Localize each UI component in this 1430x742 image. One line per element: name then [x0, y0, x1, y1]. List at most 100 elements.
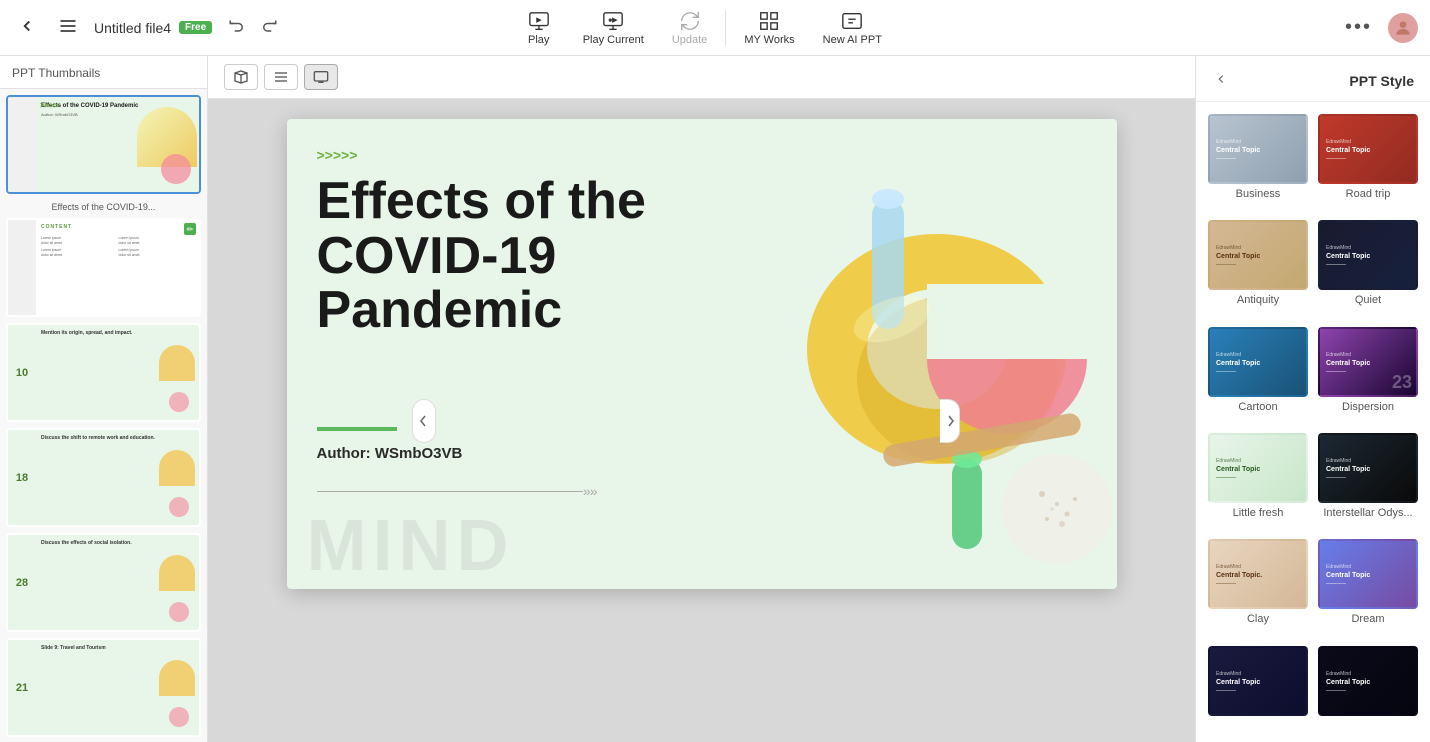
back-button[interactable] [12, 11, 42, 44]
toolbar-left: Untitled file4 Free [12, 10, 284, 45]
style-label-roadtrip: Road trip [1346, 188, 1391, 200]
my-works-button[interactable]: MY Works [730, 6, 808, 50]
view-toolbar [208, 56, 1195, 99]
style-label-cartoon: Cartoon [1238, 401, 1277, 413]
thumbnail-item-1[interactable]: Effects of the COVID-19 Pandemic Author:… [6, 95, 201, 194]
style-item-dark1[interactable]: EdrawMind Central Topic [1208, 646, 1308, 730]
thumbnail-item-6[interactable]: 21 Slide 9: Travel and Tourism [6, 638, 201, 737]
play-current-button[interactable]: Play Current [569, 6, 658, 50]
user-avatar[interactable] [1388, 13, 1418, 43]
style-thumb-space: EdrawMind Central Topic [1318, 646, 1418, 716]
thumb-number-6: 21 [8, 640, 36, 735]
free-badge: Free [179, 21, 212, 34]
expand-right-panel-button[interactable] [940, 399, 960, 443]
slide-canvas: >>>>> Effects of the COVID-19 Pandemic A… [287, 119, 1117, 589]
toolbar-center: Play Play Current Update MY Works New AI… [509, 6, 896, 50]
undo-redo-group [222, 12, 284, 43]
hamburger-menu[interactable] [52, 10, 84, 45]
style-item-space[interactable]: EdrawMind Central Topic [1318, 646, 1418, 730]
list-view-button[interactable] [264, 64, 298, 90]
redo-button[interactable] [254, 12, 284, 43]
thumb-number-2 [8, 220, 36, 315]
right-panel-header: PPT Style [1196, 56, 1430, 102]
collapse-sidebar-button[interactable] [412, 399, 436, 443]
play-button[interactable]: Play [509, 6, 569, 50]
thumb-number-4: 18 [8, 430, 36, 525]
thumb-preview-4: Discuss the shift to remote work and edu… [36, 430, 199, 525]
center-column: >>>>> Effects of the COVID-19 Pandemic A… [208, 56, 1195, 742]
style-item-cartoon[interactable]: EdrawMind Central Topic Cartoon [1208, 327, 1308, 423]
main-content: PPT Thumbnails Effects of the COVID-19 P… [0, 56, 1430, 742]
thumb-preview-2: CONTENT Lorem ipsumdolor sit amet Lorem … [36, 220, 199, 315]
style-thumb-business: EdrawMind Central Topic [1208, 114, 1308, 184]
mind-watermark: MIND [307, 505, 515, 587]
style-item-clay[interactable]: EdrawMind Central Topic. Clay [1208, 539, 1308, 635]
thumbnail-item-3[interactable]: 10 Mention its origin, spread, and impac… [6, 323, 201, 422]
toolbar-divider [725, 10, 726, 46]
app-title: Untitled file4 [94, 20, 171, 36]
style-item-antiquity[interactable]: EdrawMind Central Topic Antiquity [1208, 220, 1308, 316]
edit-icon-2: ✏ [184, 223, 196, 235]
panel-expand-button[interactable] [1212, 70, 1230, 91]
play-current-label: Play Current [583, 34, 644, 46]
sidebar-thumbnails: PPT Thumbnails Effects of the COVID-19 P… [0, 56, 208, 742]
style-thumb-dark1: EdrawMind Central Topic [1208, 646, 1308, 716]
new-ai-ppt-button[interactable]: New AI PPT [809, 6, 896, 50]
thumbnail-item-5[interactable]: 28 Discuss the effects of social isolati… [6, 533, 201, 632]
style-label-quiet: Quiet [1355, 294, 1381, 306]
thumb-preview-3: Mention its origin, spread, and impact. [36, 325, 199, 420]
style-item-business[interactable]: EdrawMind Central Topic Business [1208, 114, 1308, 210]
grid-view-button[interactable] [224, 64, 258, 90]
title-area: Untitled file4 Free [94, 20, 212, 36]
slide-view-button[interactable] [304, 64, 338, 90]
new-ai-ppt-label: New AI PPT [823, 34, 882, 46]
slide-author: Author: WSmbO3VB [317, 445, 463, 462]
update-button[interactable]: Update [658, 6, 721, 50]
update-label: Update [672, 34, 707, 46]
thumb-number-1 [8, 97, 36, 192]
slide-title: Effects of the COVID-19 Pandemic [317, 174, 737, 338]
style-label-clay: Clay [1247, 613, 1269, 625]
thumb-preview-6: Slide 9: Travel and Tourism [36, 640, 199, 735]
slide-arrow-line: »» [317, 483, 597, 499]
thumb-number-3: 10 [8, 325, 36, 420]
thumb-number-5: 28 [8, 535, 36, 630]
style-label-dream: Dream [1351, 613, 1384, 625]
slide-arrows: >>>>> [317, 147, 358, 163]
style-label-dispersion: Dispersion [1342, 401, 1394, 413]
style-item-dispersion[interactable]: EdrawMind Central Topic 23 Dispersion [1318, 327, 1418, 423]
thumb-label-1: Effects of the COVID-19... [6, 200, 201, 218]
play-label: Play [528, 34, 549, 46]
style-item-quiet[interactable]: EdrawMind Central Topic Quiet [1318, 220, 1418, 316]
style-thumb-dream: EdrawMind Central Topic [1318, 539, 1418, 609]
style-thumb-interstellar: EdrawMind Central Topic [1318, 433, 1418, 503]
style-item-dream[interactable]: EdrawMind Central Topic Dream [1318, 539, 1418, 635]
style-thumb-cartoon: EdrawMind Central Topic [1208, 327, 1308, 397]
toolbar-right: ••• [1337, 12, 1418, 43]
style-label-littlefresh: Little fresh [1233, 507, 1284, 519]
sidebar-header: PPT Thumbnails [0, 56, 207, 89]
style-item-interstellar[interactable]: EdrawMind Central Topic Interstellar Ody… [1318, 433, 1418, 529]
style-item-littlefresh[interactable]: EdrawMind Central Topic Little fresh [1208, 433, 1308, 529]
more-options-button[interactable]: ••• [1337, 12, 1380, 43]
undo-button[interactable] [222, 12, 252, 43]
my-works-label: MY Works [744, 34, 794, 46]
style-thumb-clay: EdrawMind Central Topic. [1208, 539, 1308, 609]
slide-3d-image [697, 119, 1117, 589]
main-toolbar: Untitled file4 Free Play Play Current Up… [0, 0, 1430, 56]
thumbnail-list: Effects of the COVID-19 Pandemic Author:… [0, 89, 207, 742]
thumbnail-item-4[interactable]: 18 Discuss the shift to remote work and … [6, 428, 201, 527]
style-label-interstellar: Interstellar Odys... [1323, 507, 1412, 519]
style-item-roadtrip[interactable]: EdrawMind Central Topic Road trip [1318, 114, 1418, 210]
thumb-preview-1: Effects of the COVID-19 Pandemic Author:… [36, 97, 199, 192]
thumbnail-item-2[interactable]: CONTENT Lorem ipsumdolor sit amet Lorem … [6, 218, 201, 317]
style-thumb-antiquity: EdrawMind Central Topic [1208, 220, 1308, 290]
canvas-area: >>>>> Effects of the COVID-19 Pandemic A… [208, 99, 1195, 742]
right-panel-title: PPT Style [1349, 73, 1414, 89]
style-thumb-dispersion: EdrawMind Central Topic 23 [1318, 327, 1418, 397]
style-thumb-littlefresh: EdrawMind Central Topic [1208, 433, 1308, 503]
slide-underline [317, 427, 397, 431]
right-panel: PPT Style EdrawMind Central Topic Busine… [1195, 56, 1430, 742]
style-thumb-quiet: EdrawMind Central Topic [1318, 220, 1418, 290]
style-label-antiquity: Antiquity [1237, 294, 1279, 306]
